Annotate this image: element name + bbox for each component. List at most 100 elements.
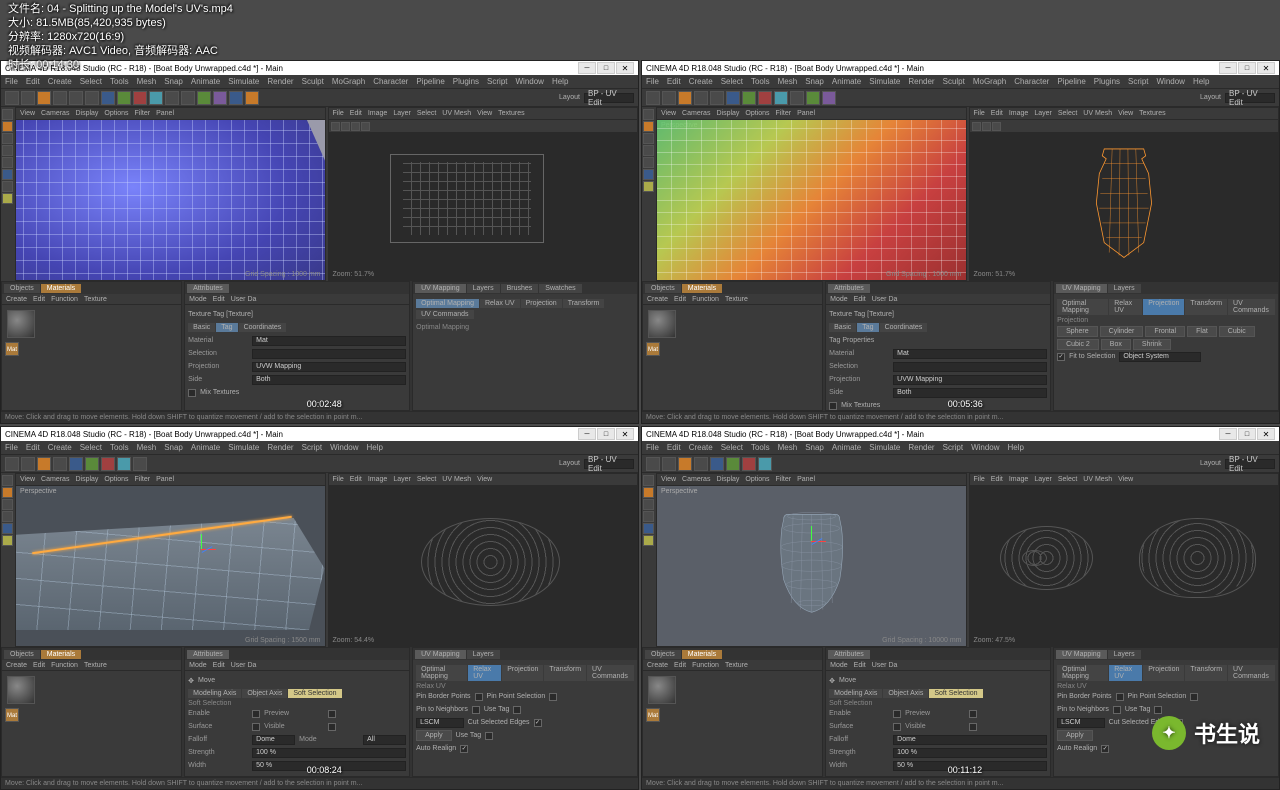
perspective-viewport[interactable]: ViewCamerasDisplayOptionsFilterPanel Per…	[656, 107, 967, 281]
scale-tool-icon[interactable]	[69, 91, 83, 105]
proj-cubic2-button[interactable]: Cubic 2	[1057, 339, 1099, 350]
uv-tool-icon[interactable]	[341, 122, 350, 131]
objects-panel[interactable]: ObjectsMaterials CreateEditFunctionTextu…	[642, 281, 823, 411]
attributes-panel[interactable]: Attributes ModeEditUser Da Texture Tag […	[184, 281, 410, 411]
object-mode-icon[interactable]	[2, 121, 13, 132]
proj-box-button[interactable]: Box	[1101, 339, 1131, 350]
perspective-viewport[interactable]: ViewCamerasDisplayOptionsFilterPanel Per…	[656, 473, 967, 647]
projection-dropdown[interactable]: UVW Mapping	[252, 362, 406, 372]
uv-viewport[interactable]: FileEditImageLayerSelectUV MeshViewTextu…	[328, 107, 639, 281]
proj-cylinder-button[interactable]: Cylinder	[1100, 326, 1144, 337]
main-menubar[interactable]: FileEditCreateSelectToolsMeshSnapAnimate…	[1, 75, 638, 89]
point-mode-icon[interactable]	[2, 133, 13, 144]
fit-selection-checkbox[interactable]	[1057, 353, 1065, 361]
maximize-button[interactable]: □	[1238, 62, 1256, 74]
uv-mapping-panel[interactable]: UV MappingLayers Optimal MappingRelax UV…	[1053, 647, 1279, 777]
transform-gizmo[interactable]	[186, 534, 216, 564]
tab-materials[interactable]: Materials	[41, 284, 81, 293]
timecode: 00:02:48	[307, 399, 342, 409]
deformer-icon[interactable]	[245, 91, 259, 105]
attributes-panel[interactable]: Attributes ModeEditUser Da ✥ Move Modeli…	[825, 647, 1051, 777]
main-toolbar[interactable]: Layout BP - UV Edit	[1, 89, 638, 107]
render-settings-icon[interactable]	[181, 91, 195, 105]
uv-tool-icon[interactable]	[351, 122, 360, 131]
close-button[interactable]: ✕	[1257, 62, 1275, 74]
edge-mode-icon[interactable]	[2, 145, 13, 156]
left-toolbar[interactable]	[1, 107, 15, 281]
wechat-icon: ✦	[1152, 716, 1186, 750]
mesh-preview	[16, 120, 325, 280]
minimize-button[interactable]: ─	[1219, 62, 1237, 74]
maximize-button[interactable]: □	[597, 62, 615, 74]
axis-icon[interactable]	[2, 193, 13, 204]
model-mode-icon[interactable]	[2, 109, 13, 120]
proj-frontal-button[interactable]: Frontal	[1145, 326, 1185, 337]
tab-attributes[interactable]: Attributes	[187, 284, 229, 293]
tab-objects[interactable]: Objects	[4, 284, 40, 293]
texture-mode-icon[interactable]	[2, 169, 13, 180]
objects-panel[interactable]: ObjectsMaterials CreateEditFunctionTextu…	[1, 647, 182, 777]
spline-icon[interactable]	[213, 91, 227, 105]
primitive-icon[interactable]	[197, 91, 211, 105]
uv-viewport[interactable]: FileEditImageLayerSelectUV MeshView Zoom…	[969, 473, 1280, 647]
material-thumbnail[interactable]	[7, 310, 35, 338]
main-menubar[interactable]: FileEditCreateSelectToolsMeshSnapAnimate…	[642, 75, 1279, 89]
undo-icon[interactable]	[5, 91, 19, 105]
axis-y-icon[interactable]	[117, 91, 131, 105]
generator-icon[interactable]	[229, 91, 243, 105]
attributes-panel[interactable]: Attributes ModeEditUser Da ✥ Move Modeli…	[184, 647, 410, 777]
uv-mapping-panel[interactable]: UV MappingLayers Optimal MappingRelax UV…	[412, 647, 638, 777]
grid-spacing-label: Grid Spacing : 1000 mm	[245, 271, 320, 278]
tab-uv-mapping[interactable]: UV Mapping	[415, 284, 466, 293]
attributes-panel[interactable]: Attributes ModeEditUser Da Texture Tag […	[825, 281, 1051, 411]
left-toolbar[interactable]	[642, 107, 656, 281]
redo-icon[interactable]	[21, 91, 35, 105]
uv-tool-icon[interactable]	[361, 122, 370, 131]
video-thumbnails-grid: CINEMA 4D R18.048 Studio (RC - R18) - [B…	[0, 0, 1280, 790]
render-icon[interactable]	[149, 91, 163, 105]
proj-flat-button[interactable]: Flat	[1187, 326, 1217, 337]
polygon-mode-icon[interactable]	[2, 157, 13, 168]
titlebar[interactable]: CINEMA 4D R18.048 Studio (RC - R18) - [B…	[642, 61, 1279, 75]
material-swatch[interactable]: Mat	[5, 342, 19, 356]
select-tool-icon[interactable]	[37, 91, 51, 105]
workplane-icon[interactable]	[2, 181, 13, 192]
transform-gizmo[interactable]	[796, 526, 826, 556]
uv-mapping-panel[interactable]: UV MappingLayersBrushesSwatches Optimal …	[412, 281, 638, 411]
titlebar[interactable]: CINEMA 4D R18.048 Studio (RC - R18) - [B…	[642, 427, 1279, 441]
move-tool-icon[interactable]	[53, 91, 67, 105]
attr-title: Texture Tag [Texture]	[188, 311, 253, 318]
uv-viewport[interactable]: FileEditImageLayerSelectUV MeshView Zoom…	[328, 473, 639, 647]
selection-field[interactable]	[252, 349, 406, 359]
main-toolbar[interactable]: LayoutBP - UV Edit	[642, 89, 1279, 107]
uv-island-1b	[1022, 550, 1047, 566]
perspective-viewport[interactable]: ViewCamerasDisplayOptionsFilterPanel Per…	[15, 107, 326, 281]
titlebar[interactable]: CINEMA 4D R18.048 Studio (RC - R18) - [B…	[1, 427, 638, 441]
layout-dropdown[interactable]: BP - UV Edit	[584, 93, 634, 103]
axis-z-icon[interactable]	[133, 91, 147, 105]
uv-viewport[interactable]: FileEditImageLayerSelectUV MeshViewTextu…	[969, 107, 1280, 281]
layout-label: Layout	[559, 94, 580, 101]
viewport-menu[interactable]: ViewCamerasDisplayOptionsFilterPanel	[16, 108, 325, 120]
material-field[interactable]: Mat	[252, 336, 406, 346]
close-button[interactable]: ✕	[616, 62, 634, 74]
mix-textures-checkbox[interactable]	[188, 389, 196, 397]
apply-button[interactable]: Apply	[416, 730, 452, 741]
uv-viewport-menu[interactable]: FileEditImageLayerSelectUV MeshViewTextu…	[329, 108, 638, 120]
minimize-button[interactable]: ─	[578, 62, 596, 74]
axis-x-icon[interactable]	[101, 91, 115, 105]
rotate-tool-icon[interactable]	[85, 91, 99, 105]
objects-panel[interactable]: ObjectsMaterials CreateEditFunctionTextu…	[1, 281, 182, 411]
apply-button[interactable]: Apply	[1057, 730, 1093, 741]
uv-mapping-panel[interactable]: UV MappingLayers Optimal MappingRelax UV…	[1053, 281, 1279, 411]
proj-sphere-button[interactable]: Sphere	[1057, 326, 1098, 337]
uv-tool-icon[interactable]	[331, 122, 340, 131]
objects-panel[interactable]: ObjectsMaterials CreateEditFunctionTextu…	[642, 647, 823, 777]
uv-island-2	[1139, 518, 1256, 598]
proj-shrink-button[interactable]: Shrink	[1133, 339, 1171, 350]
side-dropdown[interactable]: Both	[252, 375, 406, 385]
lscm-dropdown[interactable]: LSCM	[416, 718, 464, 728]
render-region-icon[interactable]	[165, 91, 179, 105]
proj-cubic-button[interactable]: Cubic	[1219, 326, 1255, 337]
perspective-viewport[interactable]: ViewCamerasDisplayOptionsFilterPanel Per…	[15, 473, 326, 647]
